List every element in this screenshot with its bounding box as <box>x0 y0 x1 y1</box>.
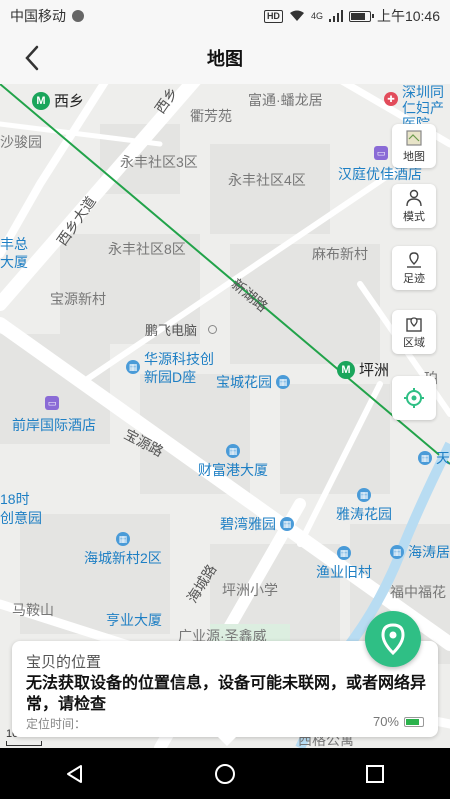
clock: 上午10:46 <box>376 8 440 24</box>
location-pin-button[interactable] <box>365 611 421 667</box>
back-arrow-icon <box>25 45 39 71</box>
nav-home-icon <box>215 763 235 784</box>
poi-baocheng[interactable]: 宝城花园 ▦ <box>216 372 290 392</box>
zone-button[interactable]: 区域 <box>392 310 436 354</box>
card-title: 宝贝的位置 <box>26 654 102 671</box>
building-icon: ▦ <box>226 444 240 458</box>
poi-biwan[interactable]: 碧湾雅园 ▦ <box>220 514 294 534</box>
location-error-message: 无法获取设备的位置信息，设备可能未联网，或者网络异常，请检查 <box>26 675 427 713</box>
building-icon: ▦ <box>115 532 130 546</box>
status-bar: 中国移动 HD 4G 上午10:46 <box>0 0 450 32</box>
poi-chuangyi[interactable]: 创意园 <box>0 508 42 528</box>
building-icon: ▦ <box>418 451 432 465</box>
map-label: 马鞍山 <box>12 602 54 618</box>
poi-hengye[interactable]: 亨业大厦 <box>106 610 162 630</box>
map-label: 永丰社区4区 <box>228 172 306 188</box>
nav-back-icon <box>67 764 82 783</box>
building-icon: ▦ <box>280 517 294 531</box>
map-label: 麻布新村 <box>312 246 368 262</box>
poi-qianan-hotel[interactable]: ▭ <box>45 396 59 410</box>
footprint-icon <box>407 251 421 268</box>
locate-button[interactable] <box>392 376 436 420</box>
signal-icon <box>328 10 343 22</box>
map-label: 永丰社区3区 <box>120 154 198 170</box>
poi-caifugang[interactable]: ▦ 财富港大厦 <box>198 444 268 480</box>
poi-qianan-label[interactable]: 前岸国际酒店 <box>12 415 96 435</box>
map-label: 鹏飞电脑 <box>145 323 198 338</box>
map-layer-icon <box>406 129 422 146</box>
track-button[interactable]: 足迹 <box>392 246 436 290</box>
system-nav-bar <box>0 748 450 799</box>
building-icon: ▦ <box>276 375 290 389</box>
hospital-icon: ✚ <box>384 92 398 106</box>
map-label: 衢芳苑 <box>190 108 232 124</box>
carrier-label: 中国移动 <box>10 8 66 24</box>
hotel-icon: ▭ <box>374 146 388 160</box>
map-layer-button[interactable]: 地图 <box>392 124 436 168</box>
carrier-badge-icon <box>72 10 84 22</box>
device-battery: 70% <box>373 714 424 729</box>
poi-tian[interactable]: ▦ 天 <box>418 448 450 468</box>
page-title: 地图 <box>207 49 243 69</box>
nav-recents-button[interactable] <box>355 754 395 794</box>
building-icon: ▦ <box>357 488 371 502</box>
wifi-icon <box>289 10 304 21</box>
nav-home-button[interactable] <box>205 754 245 794</box>
map-label: 坪洲小学 <box>222 582 278 598</box>
locate-target-icon <box>404 388 424 408</box>
location-pin-icon <box>381 623 405 655</box>
map-label: 大厦 <box>0 254 28 270</box>
building-icon: ▦ <box>126 360 140 374</box>
poi-haitao[interactable]: ▦ 海涛居 <box>390 542 450 562</box>
poi-18shi[interactable]: 18时 <box>0 489 30 509</box>
poi-yatao[interactable]: ▦ 雅涛花园 <box>336 488 392 524</box>
hotel-icon: ▭ <box>45 396 59 410</box>
map-label: 沙骏园 <box>0 134 42 150</box>
map-label: 宝源新村 <box>50 291 106 307</box>
title-bar: 地图 <box>0 32 450 85</box>
map-label: 福中福花 <box>390 584 446 600</box>
nav-back-button[interactable] <box>55 754 95 794</box>
nav-recents-icon <box>366 764 384 783</box>
poi-hanting-icon[interactable]: ▭ <box>374 146 388 160</box>
poi-haicheng[interactable]: ▦ 海城新村2区 <box>84 532 162 568</box>
metro-icon: M <box>337 360 355 379</box>
zone-icon <box>406 316 422 332</box>
building-icon: ▦ <box>337 546 351 560</box>
map-label: 丰总 <box>0 236 28 252</box>
building-icon: ▦ <box>390 545 404 559</box>
map-label: 永丰社区8区 <box>108 241 186 257</box>
locate-time-label: 定位时间： <box>26 717 87 731</box>
poi-pengfei-dot <box>208 325 217 334</box>
hd-badge: HD <box>263 9 283 23</box>
back-button[interactable] <box>14 40 50 76</box>
poi-tech-park[interactable]: ▦ 华源科技创新园D座 <box>126 350 220 386</box>
poi-yuye[interactable]: ▦ 渔业旧村 <box>316 546 372 582</box>
metro-station-pingzhou[interactable]: M 坪洲 <box>337 359 389 380</box>
metro-icon: M <box>32 91 50 110</box>
battery-level-icon <box>404 716 424 727</box>
mode-button[interactable]: 模式 <box>392 184 436 228</box>
network-type: 4G <box>310 11 323 21</box>
map-label: 富通·蟠龙居 <box>248 92 323 108</box>
metro-station-xixiang[interactable]: M 西乡 <box>32 90 84 111</box>
person-icon <box>406 189 422 206</box>
battery-icon <box>348 10 374 22</box>
